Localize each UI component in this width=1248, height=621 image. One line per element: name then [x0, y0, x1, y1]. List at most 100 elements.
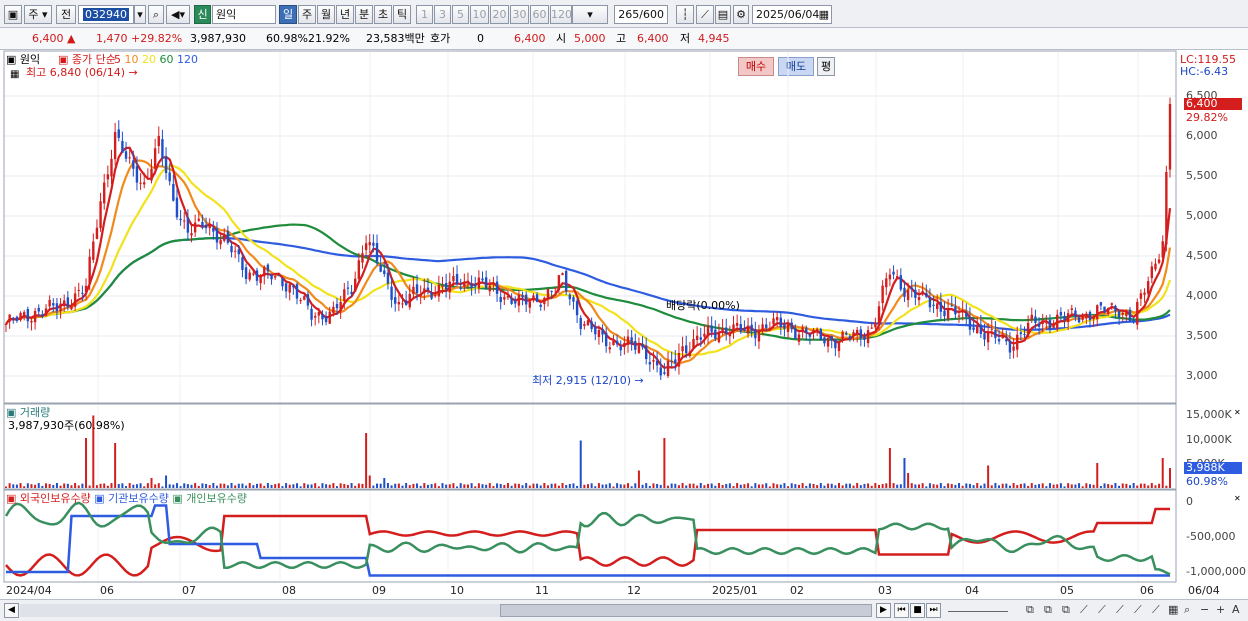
volume-bar	[325, 484, 328, 488]
volume-bar	[1158, 483, 1161, 488]
volume-bar	[146, 483, 149, 488]
line-tool-icon[interactable]: ⟋	[1098, 603, 1106, 617]
minute-option[interactable]: 1	[416, 5, 433, 24]
candle-body	[615, 340, 619, 345]
zoom-in-icon[interactable]: +	[1216, 603, 1225, 617]
period-tab[interactable]: 분	[355, 5, 373, 24]
panel-close-icon[interactable]: ✕	[1234, 406, 1241, 419]
candle-body	[12, 317, 15, 319]
interval-select[interactable]: ▾	[572, 5, 608, 24]
volume-bar	[816, 485, 819, 488]
scroll-thumb[interactable]	[500, 604, 872, 617]
period-tab[interactable]: 틱	[393, 5, 411, 24]
data-count-field[interactable]: 265/600	[614, 5, 668, 24]
volume-bar	[732, 486, 735, 488]
minute-option[interactable]: 30	[510, 5, 529, 24]
search-icon[interactable]: ⌕	[148, 5, 164, 24]
period-tab[interactable]: 년	[336, 5, 354, 24]
volume-bar	[339, 483, 342, 488]
minute-option[interactable]: 5	[452, 5, 469, 24]
draw-tool-icon[interactable]: ⟋	[696, 5, 714, 24]
candle-type-icon[interactable]: ┆	[676, 5, 694, 24]
step-back-button[interactable]: ⏮	[894, 603, 909, 618]
minute-option[interactable]: 60	[530, 5, 549, 24]
volume-bar	[150, 478, 153, 488]
candle-body	[99, 201, 102, 229]
date-field[interactable]: 2025/06/04 ▦	[752, 5, 832, 24]
volume-bar	[1070, 484, 1073, 488]
candle-body	[226, 231, 230, 243]
candle-body	[903, 287, 906, 297]
line-tool-icon[interactable]: ⟋	[1080, 603, 1088, 617]
compare-icon[interactable]: ⧉	[1026, 603, 1034, 617]
minute-option[interactable]: 10	[470, 5, 489, 24]
volume-bar	[1041, 483, 1044, 488]
stock-code-input[interactable]: 032940	[78, 5, 134, 24]
market-select[interactable]: 주 ▾	[24, 5, 52, 24]
volume-bar	[572, 483, 575, 488]
code-dropdown-icon[interactable]: ▾	[134, 5, 146, 24]
ma-legend: 5 10 20 60 120	[114, 53, 198, 66]
volume-bar	[5, 486, 7, 488]
volume-bar	[739, 484, 742, 488]
volume-bar	[456, 486, 459, 488]
price-tick-label: 6,000	[1186, 129, 1218, 142]
font-size-icon[interactable]: A	[1232, 603, 1240, 617]
volume-bar	[517, 483, 520, 488]
volume-bar	[568, 483, 571, 488]
zoom-out-icon[interactable]: −	[1200, 603, 1209, 617]
panel-close-icon[interactable]: ✕	[1234, 492, 1241, 505]
minute-option[interactable]: 3	[434, 5, 451, 24]
stop-button[interactable]: ■	[910, 603, 925, 618]
candle-body	[4, 324, 8, 325]
minute-option[interactable]: 120	[550, 5, 572, 24]
volume-bar	[386, 483, 389, 488]
compare-icon[interactable]: ⧉	[1044, 603, 1052, 617]
minute-option[interactable]: 20	[490, 5, 509, 24]
candle-body	[772, 318, 775, 325]
candle-body	[986, 332, 990, 343]
line-tool-icon[interactable]: ⟋	[1134, 603, 1142, 617]
candle-body	[997, 339, 1001, 342]
period-tab[interactable]: 초	[374, 5, 392, 24]
period-tab[interactable]: 주	[298, 5, 316, 24]
table-icon[interactable]: ▦	[10, 68, 19, 81]
volume-bar	[157, 483, 160, 488]
period-tab[interactable]: 월	[317, 5, 335, 24]
calendar-icon[interactable]: ▦	[819, 6, 829, 23]
grid-tool-icon[interactable]: ▦	[1168, 603, 1178, 617]
candle-body	[488, 285, 491, 292]
volume-bar	[194, 483, 197, 488]
zoom-slider[interactable]	[948, 603, 1008, 612]
settings-gear-icon[interactable]: ⚙	[733, 5, 749, 24]
candle-body	[157, 135, 160, 147]
line-tool-icon[interactable]: ⟋	[1152, 603, 1160, 617]
scroll-left-button[interactable]: ◀	[4, 603, 19, 618]
save-icon[interactable]: ▤	[715, 5, 731, 24]
scroll-track[interactable]	[20, 604, 872, 617]
candle-body	[594, 325, 597, 335]
x-tick-label: 04	[965, 584, 979, 597]
volume-bar	[670, 483, 673, 488]
trade-amount: 23,583백만	[366, 32, 425, 45]
prev-stock-button[interactable]: 전	[56, 5, 76, 24]
line-tool-icon[interactable]: ⟋	[1116, 603, 1124, 617]
scroll-right-button[interactable]: ▶	[876, 603, 891, 618]
play-button[interactable]: ⏭	[926, 603, 941, 618]
stock-chart[interactable]	[0, 50, 1248, 599]
candle-body	[350, 291, 353, 294]
chart-scrollbar[interactable]: ◀ ▶ ⏮ ■ ⏭ ⧉ ⧉ ⧉ ⟋ ⟋ ⟋ ⟋ ⟋ ▦ ⌕ − + A	[0, 599, 1248, 621]
candle-body	[15, 316, 19, 321]
compare-icon[interactable]: ⧉	[1062, 603, 1070, 617]
window-icon[interactable]: ▣	[4, 5, 22, 24]
candle-body	[146, 177, 150, 180]
volume-bar	[779, 484, 782, 488]
period-tab[interactable]: 일	[279, 5, 297, 24]
volume-bar	[972, 485, 975, 488]
candle-body	[426, 287, 430, 290]
volume-bar	[801, 483, 804, 488]
volume-bar	[55, 483, 58, 488]
zoom-icon[interactable]: ⌕	[1184, 603, 1190, 617]
stock-name-field[interactable]: 원익	[212, 5, 276, 24]
sound-icon[interactable]: ◀▾	[166, 5, 190, 24]
